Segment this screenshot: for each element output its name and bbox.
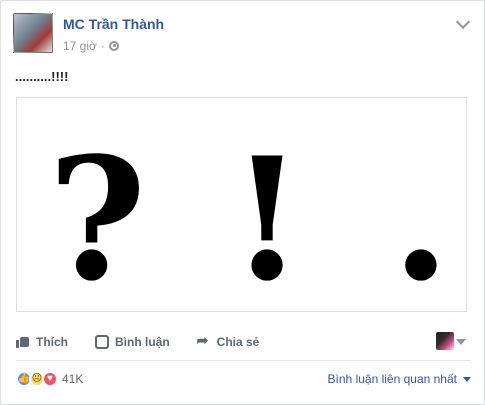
comment-label: Bình luận [115,335,170,349]
period-symbol: . [392,120,451,311]
share-icon [197,332,211,349]
author-avatar[interactable] [13,13,53,53]
post-meta: 17 giờ · [63,39,119,53]
post-actions: Thích Bình luận Chia sẻ [1,329,485,355]
caret-down-icon [463,377,471,382]
post-card: MC Trần Thành 17 giờ · ..........!!!! ? … [0,0,485,405]
globe-icon[interactable] [108,41,119,51]
post-time[interactable]: 17 giờ [63,39,97,53]
exclamation-mark-symbol: ! [230,120,304,311]
like-label: Thích [36,335,68,349]
post-image[interactable]: ? ! . [16,97,467,312]
divider [16,360,471,361]
chevron-down-icon[interactable] [455,14,471,30]
meta-separator: · [100,39,105,53]
comment-button[interactable]: Bình luận [95,335,170,349]
image-canvas: ? ! . [48,120,451,311]
question-mark-symbol: ? [48,120,147,311]
reaction-count[interactable]: 41K [62,372,83,386]
viewer-avatar[interactable] [436,332,454,350]
chevron-down-icon[interactable] [456,339,466,345]
comment-icon [95,335,109,349]
share-button[interactable]: Chia sẻ [197,332,260,349]
reactions-bar: 👍 ☹ ♥ 41K Bình luận liên quan nhất [16,367,471,391]
like-button[interactable]: Thích [16,335,68,349]
thumbs-up-icon [16,335,30,349]
author-name[interactable]: MC Trần Thành [63,16,164,32]
reaction-summary[interactable]: 👍 ☹ ♥ 41K [16,371,83,387]
comment-sort-dropdown[interactable]: Bình luận liên quan nhất [328,372,471,386]
post-text: ..........!!!! [15,69,69,84]
love-reaction-icon: ♥ [42,371,58,387]
comment-sort-label: Bình luận liên quan nhất [327,372,457,386]
share-label: Chia sẻ [216,335,260,349]
